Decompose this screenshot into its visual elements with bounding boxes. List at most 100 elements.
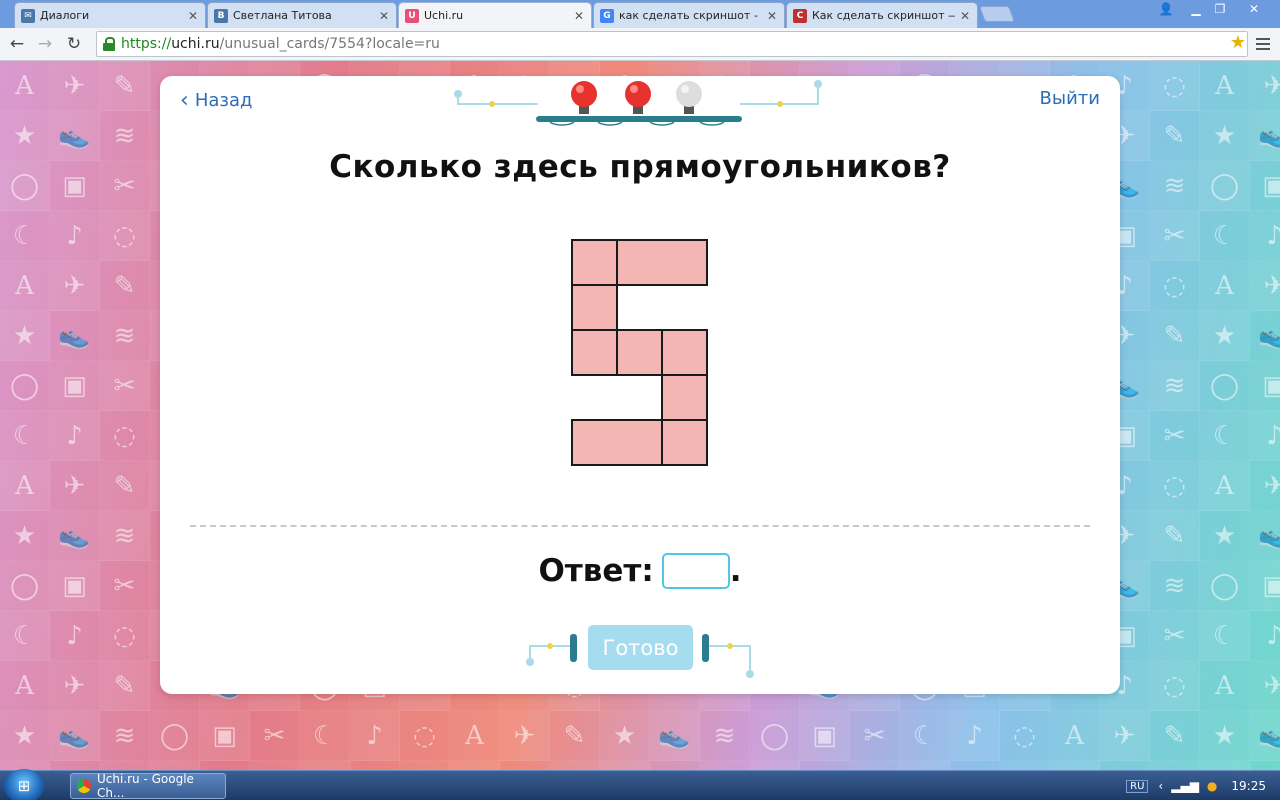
letter-a-icon: A [900, 761, 950, 770]
close-icon[interactable]: ✕ [766, 9, 778, 23]
player-icon: ▣ [50, 761, 100, 770]
system-tray: RU ‹ ▂▄▆ ● 19:25 [1126, 771, 1280, 800]
shoe-icon: 👟 [50, 311, 100, 361]
plane-icon: ✈ [1250, 661, 1280, 711]
circle-icon: ◌ [400, 711, 450, 761]
moon-icon: ☾ [1200, 611, 1250, 661]
light-bulb-icon [676, 81, 702, 114]
player-icon: ▣ [1250, 561, 1280, 611]
letter-a-icon: A [1200, 461, 1250, 511]
dashed-divider [190, 525, 1090, 527]
letter-a-icon: A [1200, 661, 1250, 711]
music-icon: ♪ [1250, 211, 1280, 261]
wifi-icon: ≋ [1150, 761, 1200, 770]
pencil-icon: ✎ [100, 661, 150, 711]
forward-arrow-icon[interactable]: → [34, 33, 56, 55]
taskbar: ⊞ Uchi.ru - Google Ch... RU ‹ ▂▄▆ ● 19:2… [0, 769, 1280, 800]
globe-icon: ◯ [150, 711, 200, 761]
update-icon[interactable]: ● [1207, 779, 1217, 793]
globe-icon: ◯ [0, 361, 50, 411]
answer-input[interactable] [661, 553, 730, 589]
tab-svetlana[interactable]: В Светлана Титова ✕ [207, 2, 397, 28]
pencil-icon: ✎ [100, 261, 150, 311]
close-icon[interactable]: ✕ [378, 9, 390, 23]
tab-dialogs[interactable]: ✉ Диалоги ✕ [14, 2, 206, 28]
letter-a-icon: A [0, 261, 50, 311]
star-icon: ★ [0, 511, 50, 561]
clock: 19:25 [1231, 779, 1266, 793]
circle-icon: ◌ [850, 761, 900, 770]
menu-icon[interactable] [1256, 38, 1270, 53]
star-icon: ★ [1050, 761, 1100, 770]
tab-uchi[interactable]: U Uchi.ru ✕ [398, 2, 592, 28]
wifi-icon: ≋ [1150, 361, 1200, 411]
letter-a-icon: A [1200, 61, 1250, 111]
light-bulb-icon [571, 81, 597, 114]
plane-icon: ✈ [950, 761, 1000, 770]
wifi-icon: ≋ [100, 511, 150, 561]
shoe-icon: 👟 [650, 711, 700, 761]
start-button[interactable]: ⊞ [4, 769, 44, 800]
letter-a-icon: A [0, 461, 50, 511]
tab-google-search[interactable]: G как сделать скриншот - По ✕ [593, 2, 785, 28]
player-icon: ▣ [1250, 761, 1280, 770]
letter-a-icon: A [450, 711, 500, 761]
scissors-icon: ✂ [850, 711, 900, 761]
chevron-left-icon[interactable]: ‹ [1158, 779, 1163, 793]
pencil-icon: ✎ [1150, 311, 1200, 361]
wifi-icon: ≋ [1150, 161, 1200, 211]
answer-row: Ответ: . [160, 553, 1120, 589]
globe-icon: ◯ [0, 561, 50, 611]
pencil-icon: ✎ [1150, 111, 1200, 161]
circle-icon: ◌ [1150, 61, 1200, 111]
address-bar[interactable]: https://uchi.ru/unusual_cards/7554?local… [96, 31, 1248, 57]
player-icon: ▣ [1250, 361, 1280, 411]
reload-icon[interactable]: ↻ [63, 33, 85, 55]
scissors-icon: ✂ [100, 561, 150, 611]
letter-a-icon: A [300, 761, 350, 770]
star-icon: ★ [1200, 511, 1250, 561]
back-arrow-icon[interactable]: ← [6, 33, 28, 55]
circle-icon: ◌ [1150, 261, 1200, 311]
plane-icon: ✈ [1250, 61, 1280, 111]
close-icon[interactable]: ✕ [187, 9, 199, 23]
exit-link[interactable]: Выйти [1040, 88, 1100, 109]
globe-icon: ◯ [750, 711, 800, 761]
tab-strip: ✉ Диалоги ✕ В Светлана Титова ✕ U Uchi.r… [0, 0, 1280, 28]
ready-button[interactable]: Готово [588, 625, 693, 670]
plane-icon: ✈ [500, 711, 550, 761]
close-icon[interactable]: ✕ [959, 9, 971, 23]
scissors-icon: ✂ [250, 711, 300, 761]
scissors-icon: ✂ [100, 361, 150, 411]
globe-icon: ◯ [1200, 361, 1250, 411]
new-tab-button[interactable] [979, 6, 1015, 22]
taskbar-chrome-item[interactable]: Uchi.ru - Google Ch... [70, 772, 226, 800]
chrome-icon [77, 779, 91, 793]
user-icon[interactable]: 👤 [1152, 0, 1180, 18]
close-icon[interactable]: ✕ [573, 9, 585, 23]
plane-icon: ✈ [50, 261, 100, 311]
letter-a-icon: A [0, 61, 50, 111]
circle-icon: ◌ [1150, 661, 1200, 711]
circle-icon: ◌ [1000, 711, 1050, 761]
scissors-icon: ✂ [1150, 411, 1200, 461]
bookmark-star-icon[interactable]: ★ [1230, 32, 1246, 53]
tab-title: Uchi.ru [424, 9, 464, 22]
signal-icon[interactable]: ▂▄▆ [1171, 779, 1199, 793]
tab-article[interactable]: С Как сделать скриншот — С ✕ [786, 2, 978, 28]
circle-icon: ◌ [250, 761, 300, 770]
moon-icon: ☾ [1200, 411, 1250, 461]
answer-label: Ответ: [538, 553, 654, 589]
shoe-icon: 👟 [1250, 311, 1280, 361]
pencil-icon: ✎ [100, 461, 150, 511]
window-close-icon[interactable]: ✕ [1240, 0, 1268, 18]
star-icon: ★ [1200, 111, 1250, 161]
figure-cell [616, 239, 708, 286]
moon-icon: ☾ [0, 211, 50, 261]
back-link[interactable]: ‹ Назад [180, 88, 252, 113]
light-bulb-icon [625, 81, 651, 114]
maximize-icon[interactable]: ❐ [1206, 0, 1234, 18]
language-indicator[interactable]: RU [1126, 779, 1149, 793]
wifi-icon: ≋ [1150, 561, 1200, 611]
music-icon: ♪ [1250, 611, 1280, 661]
